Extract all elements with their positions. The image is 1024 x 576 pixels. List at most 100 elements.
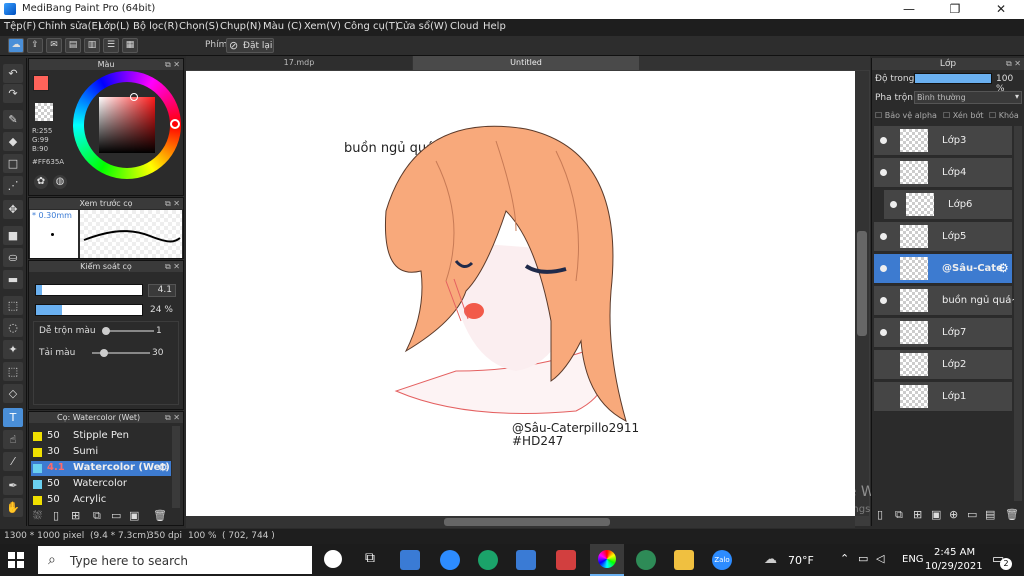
menu-snap[interactable]: Chụp(N) <box>220 21 261 32</box>
layer-row[interactable]: Lớp6 <box>884 190 1012 220</box>
store-icon[interactable] <box>516 550 536 570</box>
undo-icon[interactable]: ↶ <box>3 64 23 83</box>
horizontal-scrollbar[interactable] <box>186 516 855 528</box>
eye-icon[interactable] <box>880 137 887 144</box>
add-brush-icon[interactable]: ⊞ <box>71 509 80 522</box>
layer-row[interactable]: Lớp3 <box>874 126 1012 156</box>
folder-icon[interactable]: ▭ <box>111 509 121 522</box>
menu-color[interactable]: Màu (C) <box>263 21 302 32</box>
copy-brush-icon[interactable]: ⧉ <box>93 509 101 523</box>
cloud-icon[interactable]: ☁ <box>8 38 24 53</box>
panel-close-icon[interactable]: ⧉ ✕ <box>165 198 180 209</box>
text-tool-icon[interactable]: T <box>3 408 23 427</box>
layer-settings-icon[interactable]: ▤ <box>985 508 995 521</box>
copy-layer-icon[interactable]: ⧉ <box>895 508 903 522</box>
select-rect-icon[interactable]: ⬚ <box>3 296 23 315</box>
add-layer-icon[interactable]: ⊕ <box>949 508 958 521</box>
gear-icon[interactable]: ⚙ <box>998 261 1009 275</box>
eye-icon[interactable] <box>880 297 887 304</box>
clock-time[interactable]: 2:45 AM <box>934 547 975 558</box>
layer-row[interactable]: Lớp5 <box>874 222 1012 252</box>
panel-close-icon[interactable]: ⧉ ✕ <box>165 412 180 423</box>
clip-checkbox[interactable]: ☐ Xén bớt <box>943 111 983 120</box>
bucket-tool-icon[interactable]: ⛀ <box>3 248 23 267</box>
windows-start-icon[interactable] <box>8 552 24 568</box>
eyedropper-tool-icon[interactable]: ⁄ <box>3 452 23 471</box>
menu-tools[interactable]: Công cụ(T) <box>344 21 399 32</box>
color-marker[interactable] <box>130 93 138 101</box>
browser-icon[interactable] <box>636 550 656 570</box>
menu-select[interactable]: Chọn(S) <box>179 21 219 32</box>
layer-row[interactable]: Lớp2 <box>874 350 1012 380</box>
menu-filter[interactable]: Bộ lọc(R) <box>133 21 178 32</box>
layer-row[interactable]: buồn ngủ quá~ <box>874 286 1020 316</box>
horizontal-scroll-thumb[interactable] <box>444 518 610 526</box>
saturation-square[interactable] <box>99 97 155 153</box>
palette-icon[interactable]: ✿ <box>34 175 48 189</box>
menu-cloud[interactable]: Cloud <box>450 21 479 32</box>
menu-help[interactable]: Help <box>483 21 506 32</box>
search-box[interactable]: ⌕ Type here to search <box>38 546 312 574</box>
fill-rect-icon[interactable]: ■ <box>3 226 23 245</box>
eye-icon[interactable] <box>880 265 887 272</box>
redo-icon[interactable]: ↷ <box>3 84 23 103</box>
zalo-icon[interactable]: Zalo <box>712 550 732 570</box>
page-icon[interactable]: ▥ <box>84 38 100 53</box>
layer-opacity-slider[interactable] <box>914 73 992 84</box>
clip-layer-icon[interactable]: ▣ <box>931 508 941 521</box>
pen-tool-icon[interactable]: ✒ <box>3 476 23 495</box>
color-settings-icon[interactable]: ◍ <box>53 175 67 189</box>
load-slider[interactable] <box>92 349 150 357</box>
move-tool-icon[interactable]: ✥ <box>3 200 23 219</box>
close-button[interactable]: ✕ <box>978 0 1024 19</box>
hue-marker[interactable] <box>170 119 180 129</box>
brush-size-slider[interactable] <box>35 284 143 296</box>
trash-icon[interactable]: 🗑 <box>153 509 167 522</box>
gear-icon[interactable]: ⚙ <box>158 461 168 474</box>
magic-wand-icon[interactable]: ✦ <box>3 340 23 359</box>
tab-untitled[interactable]: Untitled <box>413 56 639 70</box>
protect-alpha-checkbox[interactable]: ☐ Bảo vệ alpha <box>875 111 937 120</box>
edge-icon[interactable] <box>478 550 498 570</box>
panel-close-icon[interactable]: ⧉ ✕ <box>165 261 180 272</box>
brush-item[interactable]: 50 Stipple Pen <box>31 429 171 444</box>
clock-date[interactable]: 10/29/2021 <box>925 561 983 572</box>
dot-tool-icon[interactable]: ⋰ <box>3 176 23 195</box>
eraser-tool-icon[interactable]: ◆ <box>3 132 23 151</box>
layer-row[interactable]: Lớp7 <box>874 318 1012 348</box>
brush-opacity-slider[interactable] <box>35 304 143 316</box>
zoom-icon[interactable] <box>440 550 460 570</box>
layer-row[interactable]: Lớp1 <box>874 382 1012 412</box>
task-view-icon[interactable]: ⧉ <box>360 550 380 570</box>
gradient-tool-icon[interactable]: ▬ <box>3 270 23 289</box>
maximize-button[interactable]: ❐ <box>932 0 978 19</box>
brush-item[interactable]: 30 Sumi <box>31 445 171 460</box>
transparent-swatch[interactable] <box>35 103 53 121</box>
menu-file[interactable]: Tệp(F) <box>4 21 36 32</box>
language-indicator[interactable]: ENG <box>902 554 924 565</box>
weather-temp[interactable]: 70°F <box>788 554 814 567</box>
menu-edit[interactable]: Chỉnh sửa(E) <box>38 21 102 32</box>
rectangle-tool-icon[interactable]: □ <box>3 154 23 173</box>
blend-slider[interactable] <box>102 327 154 335</box>
layer-row-selected[interactable]: @Sâu-Cate ⚙ <box>874 254 1012 284</box>
new-brush-icon[interactable]: ▯ <box>53 509 59 522</box>
chevron-up-icon[interactable]: ⌃ <box>840 552 849 565</box>
lock-checkbox[interactable]: ☐ Khóa <box>989 111 1019 120</box>
panel-close-icon[interactable]: ⧉ ✕ <box>165 59 180 70</box>
reset-button[interactable]: ⊘ Đặt lại <box>226 38 274 53</box>
eye-icon[interactable] <box>880 329 887 336</box>
chat-icon[interactable]: ▤ <box>65 38 81 53</box>
cortana-icon[interactable] <box>324 550 342 568</box>
mail-icon[interactable] <box>400 550 420 570</box>
select-pen-icon[interactable]: ⬚ <box>3 362 23 381</box>
select-eraser-icon[interactable]: ◇ <box>3 384 23 403</box>
menu-view[interactable]: Xem(V) <box>304 21 341 32</box>
operation-tool-icon[interactable]: ☝ <box>3 430 23 449</box>
drawing-canvas[interactable]: buồn ngủ quá~ @Sâu-Caterpillo2911 #HD247 <box>186 71 855 516</box>
brush-size-value[interactable]: 4.1 <box>148 284 176 297</box>
panel-close-icon[interactable]: ⧉ ✕ <box>1006 58 1021 70</box>
tab-17-mdp[interactable]: 17.mdp <box>186 56 412 70</box>
share-icon[interactable]: ⇪ <box>27 38 43 53</box>
brush-item[interactable]: 50 Acrylic <box>31 493 171 508</box>
